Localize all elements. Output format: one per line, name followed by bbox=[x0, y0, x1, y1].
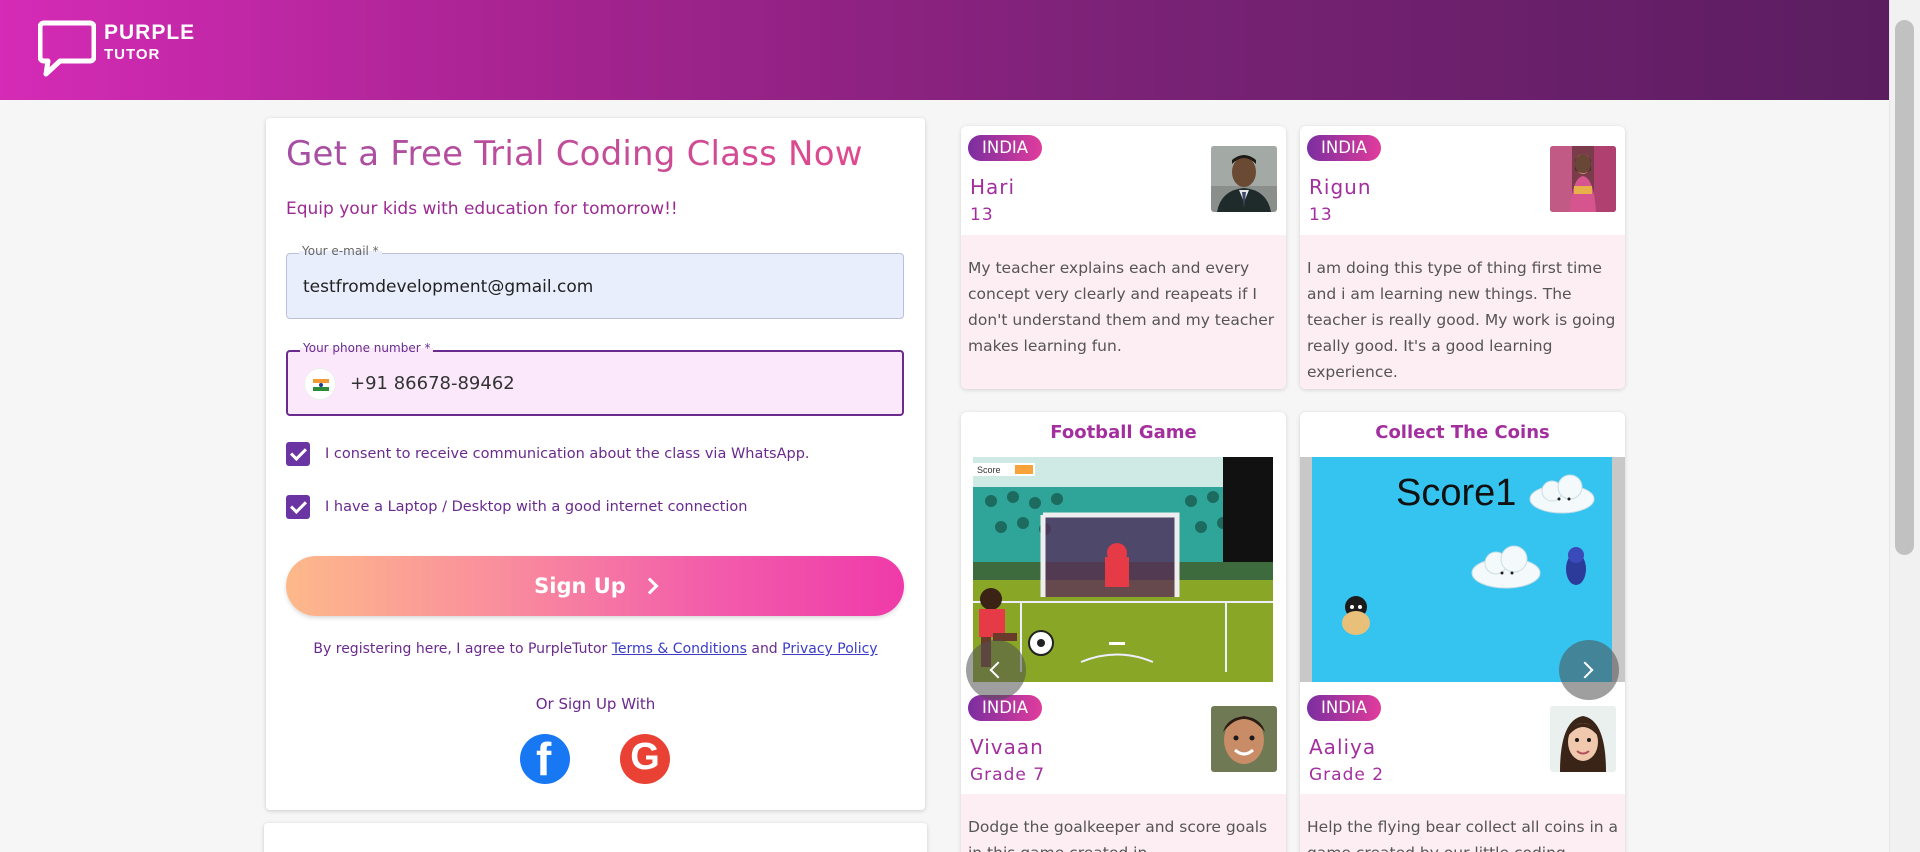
brand-logo[interactable]: PURPLE TUTOR bbox=[104, 22, 195, 62]
testimonial-card: INDIA Rigun 13 I am doing this type of t… bbox=[1300, 126, 1625, 389]
student-name: Hari bbox=[970, 175, 1016, 199]
whatsapp-consent-label: I consent to receive communication about… bbox=[325, 446, 810, 462]
form-subtitle: Equip your kids with education for tomor… bbox=[286, 199, 678, 219]
game-card[interactable]: Collect The Coins Score1 INDIA Aaliya Gr… bbox=[1300, 412, 1625, 852]
testimonial-card: INDIA Hari 13 My teacher explains each a… bbox=[961, 126, 1286, 389]
testimonial-text: My teacher explains each and every conce… bbox=[961, 235, 1286, 389]
brand-name-line2: TUTOR bbox=[104, 46, 161, 63]
football-score-label: Score bbox=[977, 465, 1001, 475]
india-flag-icon[interactable] bbox=[304, 368, 336, 400]
brand-name-line1: PURPLE bbox=[104, 21, 196, 44]
testimonial-text: I am doing this type of thing first time… bbox=[1300, 235, 1625, 389]
carousel-prev-button[interactable] bbox=[966, 640, 1026, 700]
avatar bbox=[1211, 706, 1277, 772]
or-signup-label: Or Sign Up With bbox=[535, 695, 656, 713]
chevron-right-icon bbox=[1576, 661, 1594, 679]
avatar bbox=[1550, 706, 1616, 772]
student-age: 13 bbox=[970, 205, 994, 225]
country-badge: INDIA bbox=[968, 695, 1043, 721]
student-grade: Grade 7 bbox=[970, 765, 1046, 785]
chevron-left-icon bbox=[989, 661, 1007, 679]
signup-button-label: Sign Up bbox=[534, 574, 626, 598]
email-input[interactable]: testfromdevelopment@gmail.com bbox=[303, 277, 593, 297]
carousel-next-button[interactable] bbox=[1559, 640, 1619, 700]
terms-notice: By registering here, I agree to PurpleTu… bbox=[266, 641, 925, 657]
game-title: Football Game bbox=[1050, 422, 1197, 443]
terms-and: and bbox=[751, 641, 778, 657]
phone-label: Your phone number * bbox=[300, 341, 434, 355]
avatar bbox=[1550, 146, 1616, 212]
collect-coins-score-label: Score1 bbox=[1396, 472, 1516, 514]
game-card[interactable]: Football Game Score INDIA Vivaan Grade 7… bbox=[961, 412, 1286, 852]
email-field[interactable]: Your e-mail * testfromdevelopment@gmail.… bbox=[286, 244, 904, 319]
facebook-icon: f bbox=[536, 733, 552, 785]
game-title: Collect The Coins bbox=[1375, 422, 1550, 443]
next-section-card bbox=[264, 823, 927, 852]
email-label: Your e-mail * bbox=[299, 244, 382, 258]
country-badge: INDIA bbox=[1307, 135, 1382, 161]
student-name: Vivaan bbox=[970, 735, 1044, 759]
whatsapp-consent-row[interactable]: I consent to receive communication about… bbox=[286, 442, 810, 466]
terms-prefix: By registering here, I agree to PurpleTu… bbox=[313, 641, 608, 657]
country-badge: INDIA bbox=[1307, 695, 1382, 721]
google-signup-button[interactable]: G bbox=[620, 734, 670, 784]
page-title: Get a Free Trial Coding Class Now bbox=[286, 134, 863, 174]
google-icon: G bbox=[630, 736, 660, 778]
game-description: Dodge the goalkeeper and score goals in … bbox=[961, 794, 1286, 852]
facebook-signup-button[interactable]: f bbox=[520, 734, 570, 784]
page-scrollbar[interactable] bbox=[1889, 0, 1920, 852]
privacy-link[interactable]: Privacy Policy bbox=[782, 641, 877, 657]
chat-bubble-icon[interactable] bbox=[38, 19, 96, 77]
country-badge: INDIA bbox=[968, 135, 1043, 161]
whatsapp-consent-checkbox[interactable] bbox=[286, 442, 310, 466]
chevron-right-icon bbox=[641, 577, 659, 595]
laptop-consent-label: I have a Laptop / Desktop with a good in… bbox=[325, 499, 748, 515]
signup-form-card: Get a Free Trial Coding Class Now Equip … bbox=[266, 118, 925, 810]
student-grade: Grade 2 bbox=[1309, 765, 1385, 785]
phone-input[interactable]: +91 86678-89462 bbox=[350, 373, 515, 394]
avatar bbox=[1211, 146, 1277, 212]
laptop-consent-row[interactable]: I have a Laptop / Desktop with a good in… bbox=[286, 495, 747, 519]
student-name: Aaliya bbox=[1309, 735, 1377, 759]
game-description: Help the flying bear collect all coins i… bbox=[1300, 794, 1625, 852]
phone-field[interactable]: Your phone number * +91 86678-89462 bbox=[286, 341, 904, 416]
signup-button[interactable]: Sign Up bbox=[286, 556, 904, 616]
scrollbar-thumb[interactable] bbox=[1895, 20, 1914, 555]
student-age: 13 bbox=[1309, 205, 1333, 225]
student-name: Rigun bbox=[1309, 175, 1372, 199]
site-header: PURPLE TUTOR bbox=[0, 0, 1889, 100]
laptop-consent-checkbox[interactable] bbox=[286, 495, 310, 519]
terms-link[interactable]: Terms & Conditions bbox=[612, 641, 747, 657]
